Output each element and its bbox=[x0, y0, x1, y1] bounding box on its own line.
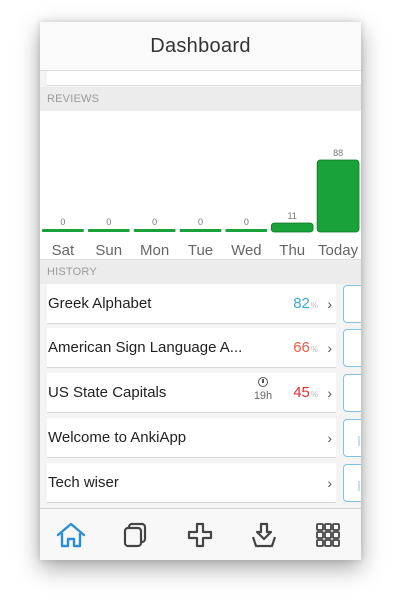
deck-score-value: 45 bbox=[293, 384, 310, 401]
top-bar: Dashboard bbox=[40, 22, 361, 71]
section-label-history: HISTORY bbox=[40, 260, 361, 284]
bar-value-label: 0 bbox=[244, 217, 249, 227]
deck-score-value: 66 bbox=[293, 339, 310, 356]
page-title: Dashboard bbox=[150, 34, 251, 57]
bar-value-label: 0 bbox=[152, 217, 157, 227]
tab-grid[interactable] bbox=[308, 509, 348, 560]
list-item[interactable]: Greek Alphabet 82% › bbox=[47, 284, 336, 324]
section-label-reviews: REVIEWS bbox=[40, 87, 361, 111]
grid-icon bbox=[314, 521, 342, 549]
deck-name: American Sign Language A... bbox=[48, 339, 243, 356]
bar-tue bbox=[179, 229, 222, 232]
percent-icon: % bbox=[310, 301, 318, 310]
tab-decks[interactable] bbox=[115, 509, 155, 560]
search-strip-inner bbox=[47, 71, 361, 86]
bar-today bbox=[316, 159, 360, 233]
bar-wed bbox=[225, 229, 268, 232]
row-action-button[interactable] bbox=[343, 374, 361, 412]
deck-score-value: 82 bbox=[293, 295, 310, 312]
chevron-right-icon: › bbox=[327, 429, 332, 446]
category-label: Mon bbox=[140, 242, 169, 259]
tab-bar bbox=[40, 508, 361, 560]
deck-score: 82% bbox=[293, 295, 318, 312]
bar-value-label: 0 bbox=[198, 217, 203, 227]
search-strip bbox=[40, 71, 361, 87]
row-action-button[interactable] bbox=[343, 419, 361, 457]
bar-value-label: 0 bbox=[60, 217, 65, 227]
percent-icon: % bbox=[310, 345, 318, 354]
decks-icon bbox=[121, 521, 149, 549]
category-label: Tue bbox=[188, 242, 213, 259]
button-edge-icon bbox=[358, 481, 360, 491]
bar-sat bbox=[42, 229, 84, 232]
bar-thu bbox=[270, 222, 314, 233]
deck-score: 45% bbox=[293, 384, 318, 401]
bar-sun bbox=[87, 229, 130, 232]
category-label: Thu bbox=[279, 242, 305, 259]
bar-value-label: 88 bbox=[333, 148, 343, 158]
deck-name: Welcome to AnkiApp bbox=[48, 429, 187, 446]
button-edge-icon bbox=[358, 436, 360, 446]
list-item[interactable]: US State Capitals 19h 45% › bbox=[47, 373, 336, 413]
reviews-chart: 0 Sat 0 Sun 0 Mon 0 Tue 0 Wed 11 Thu 88 Today bbox=[40, 111, 361, 260]
chevron-right-icon: › bbox=[327, 474, 332, 491]
percent-icon: % bbox=[310, 390, 318, 399]
category-label: Wed bbox=[231, 242, 262, 259]
deck-name: Greek Alphabet bbox=[48, 295, 152, 312]
tab-home[interactable] bbox=[51, 509, 91, 560]
bar-value-label: 0 bbox=[106, 217, 111, 227]
bar-mon bbox=[133, 229, 176, 232]
row-action-button[interactable] bbox=[343, 329, 361, 367]
list-item[interactable]: Tech wiser › bbox=[47, 463, 336, 503]
list-item[interactable]: American Sign Language A... 66% › bbox=[47, 328, 336, 368]
chevron-right-icon: › bbox=[327, 295, 332, 312]
deck-score: 66% bbox=[293, 339, 318, 356]
deck-name: US State Capitals bbox=[48, 384, 167, 401]
deck-name: Tech wiser bbox=[48, 474, 119, 491]
row-action-button[interactable] bbox=[343, 464, 361, 502]
category-label: Sun bbox=[95, 242, 122, 259]
tab-download[interactable] bbox=[244, 509, 284, 560]
add-icon bbox=[186, 521, 214, 549]
history-list: Greek Alphabet 82% › American Sign Language… bbox=[40, 284, 361, 506]
bar-value-label: 11 bbox=[288, 211, 297, 221]
clock-icon bbox=[258, 377, 268, 387]
list-item[interactable]: Welcome to AnkiApp › bbox=[47, 418, 336, 458]
reviews-chart-svg: 0 Sat 0 Sun 0 Mon 0 Tue 0 Wed 11 Thu 88 Today bbox=[42, 148, 360, 259]
timer-label: 19h bbox=[253, 390, 273, 402]
chevron-right-icon: › bbox=[327, 384, 332, 401]
tab-add[interactable] bbox=[180, 509, 220, 560]
home-icon bbox=[55, 521, 87, 549]
category-label: Sat bbox=[52, 242, 75, 259]
download-icon bbox=[250, 521, 278, 549]
category-label: Today bbox=[318, 242, 359, 259]
chevron-right-icon: › bbox=[327, 339, 332, 356]
app-window: Dashboard REVIEWS 0 Sat 0 Sun 0 Mon 0 Tue 0 Wed 11… bbox=[40, 22, 361, 560]
row-action-button[interactable] bbox=[343, 285, 361, 323]
timer-indicator: 19h bbox=[248, 377, 278, 402]
